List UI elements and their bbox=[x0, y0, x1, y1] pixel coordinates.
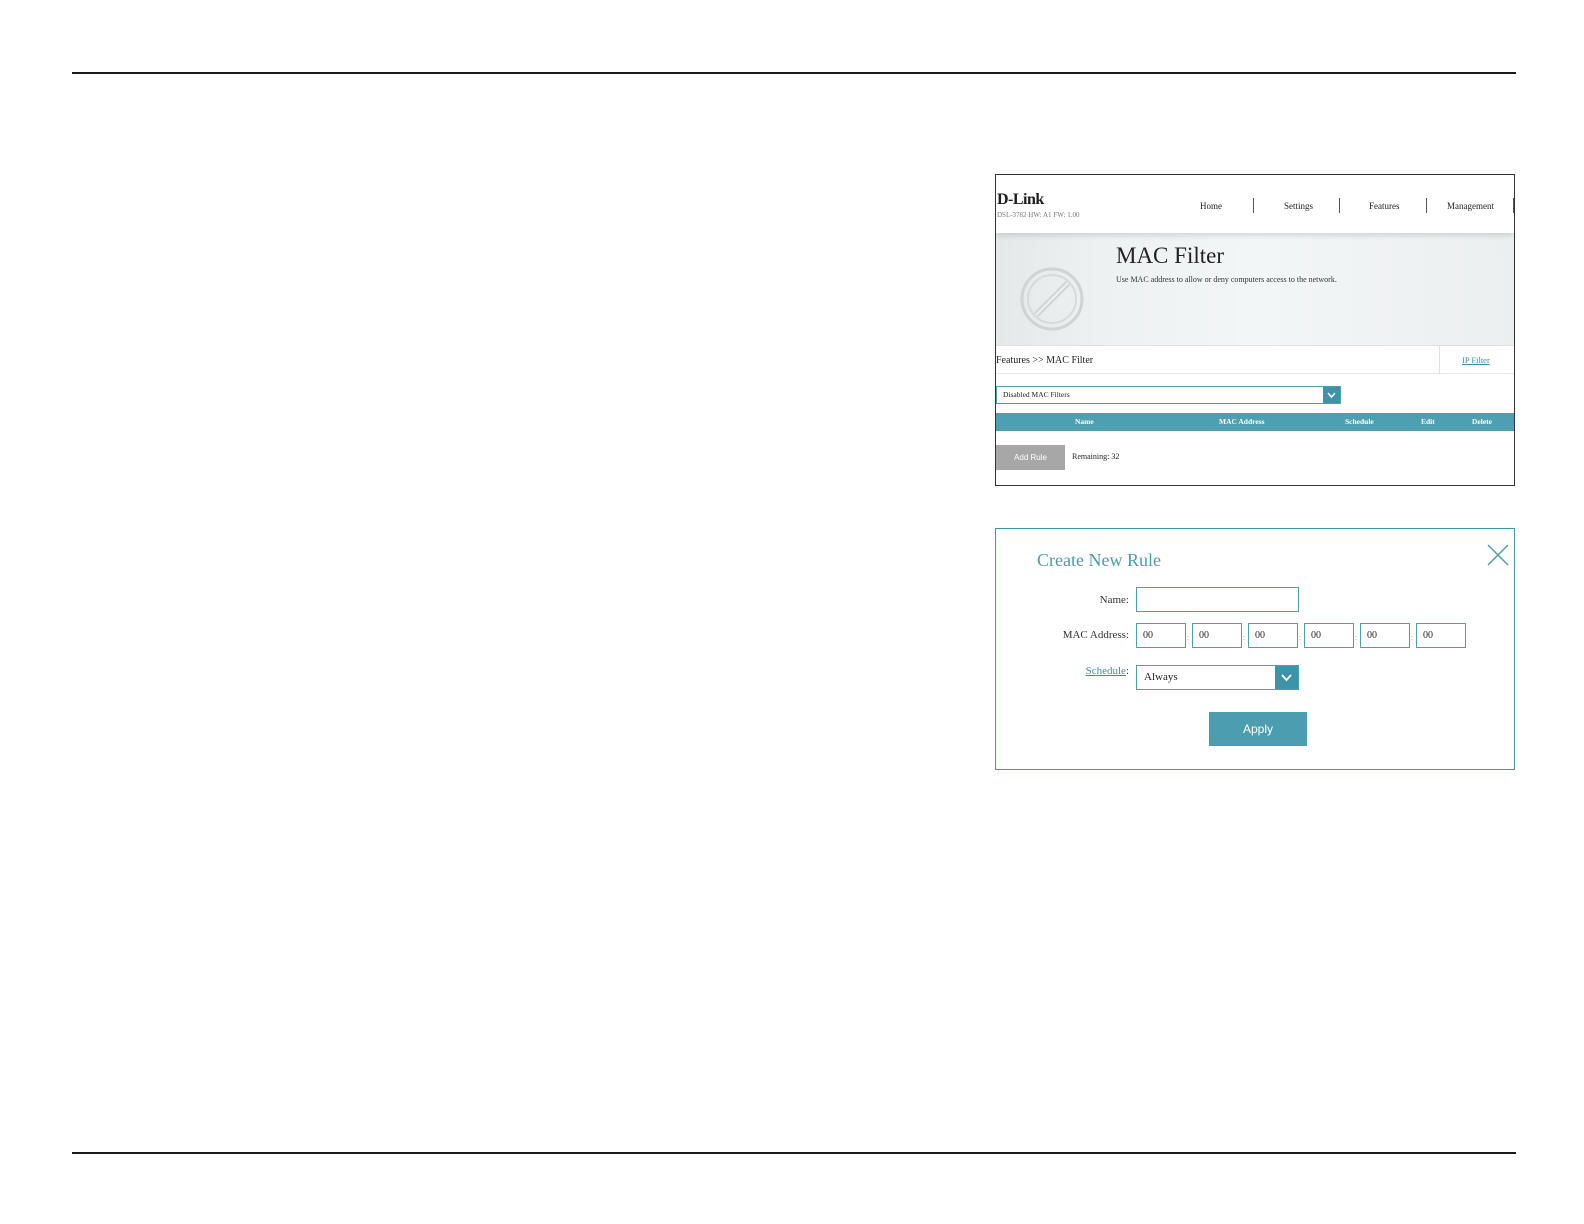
schedule-select[interactable]: Always bbox=[1136, 665, 1299, 690]
device-info: DSL-3782 HW: A1 FW: 1.00 bbox=[997, 211, 1080, 219]
mac-filter-mode-select[interactable]: Disabled MAC Filters bbox=[996, 386, 1341, 404]
chevron-down-icon[interactable] bbox=[1323, 387, 1340, 403]
schedule-value: Always bbox=[1144, 671, 1178, 683]
mac-separator: : bbox=[1411, 633, 1414, 642]
name-label: Name: bbox=[1099, 594, 1129, 606]
nav-home[interactable]: Home bbox=[1200, 201, 1222, 211]
mac-filter-screenshot: D-Link DSL-3782 HW: A1 FW: 1.00 Home Set… bbox=[995, 174, 1515, 486]
nav-separator bbox=[1513, 198, 1514, 213]
nav-separator bbox=[1339, 198, 1340, 213]
rules-table-header: Name MAC Address Schedule Edit Delete bbox=[996, 413, 1514, 431]
column-name: Name bbox=[1075, 417, 1094, 426]
top-rule bbox=[72, 72, 1516, 74]
mac-octet-4[interactable] bbox=[1304, 623, 1354, 648]
mac-separator: : bbox=[1243, 633, 1246, 642]
ip-filter-tab: IP Filter bbox=[1439, 345, 1514, 373]
nav-settings[interactable]: Settings bbox=[1284, 201, 1313, 211]
filter-mode-value: Disabled MAC Filters bbox=[1003, 390, 1070, 399]
breadcrumb: Features >> MAC Filter bbox=[996, 355, 1094, 366]
nav-management[interactable]: Management bbox=[1447, 201, 1494, 211]
page-banner: MAC Filter Use MAC address to allow or d… bbox=[996, 233, 1514, 346]
chevron-down-icon[interactable] bbox=[1275, 666, 1298, 689]
bottom-rule bbox=[72, 1152, 1516, 1154]
mac-separator: : bbox=[1187, 633, 1190, 642]
apply-button[interactable]: Apply bbox=[1209, 712, 1307, 746]
mac-octet-3[interactable] bbox=[1248, 623, 1298, 648]
remaining-count: Remaining: 32 bbox=[1072, 452, 1120, 461]
name-input[interactable] bbox=[1136, 587, 1299, 612]
schedule-link[interactable]: Schedule bbox=[1086, 665, 1126, 677]
close-icon[interactable] bbox=[1486, 543, 1510, 567]
dialog-title: Create New Rule bbox=[1037, 550, 1161, 570]
divider bbox=[996, 373, 1514, 374]
mac-octet-6[interactable] bbox=[1416, 623, 1466, 648]
ip-filter-link[interactable]: IP Filter bbox=[1462, 355, 1490, 365]
page-description: Use MAC address to allow or deny compute… bbox=[1116, 275, 1337, 284]
nav-separator bbox=[1426, 198, 1427, 213]
dlink-logo: D-Link bbox=[997, 191, 1044, 208]
column-delete: Delete bbox=[1472, 417, 1492, 426]
column-mac-address: MAC Address bbox=[1219, 417, 1265, 426]
top-header: D-Link DSL-3782 HW: A1 FW: 1.00 Home Set… bbox=[996, 175, 1514, 233]
mac-octet-2[interactable] bbox=[1192, 623, 1242, 648]
column-edit: Edit bbox=[1421, 417, 1435, 426]
nav-separator bbox=[1253, 198, 1254, 213]
column-schedule: Schedule bbox=[1345, 417, 1374, 426]
create-rule-dialog: Create New Rule Name: MAC Address: : : :… bbox=[995, 528, 1515, 770]
mac-octet-1[interactable] bbox=[1136, 623, 1186, 648]
mac-octet-5[interactable] bbox=[1360, 623, 1410, 648]
nav-features[interactable]: Features bbox=[1369, 201, 1400, 211]
schedule-colon: : bbox=[1125, 665, 1129, 677]
mac-address-label: MAC Address: bbox=[1062, 629, 1129, 641]
mac-separator: : bbox=[1355, 633, 1358, 642]
page-title: MAC Filter bbox=[1116, 243, 1224, 268]
add-rule-button[interactable]: Add Rule bbox=[996, 445, 1065, 470]
block-icon bbox=[1020, 267, 1084, 331]
mac-separator: : bbox=[1299, 633, 1302, 642]
schedule-label-wrap: Schedule: bbox=[1086, 665, 1129, 677]
